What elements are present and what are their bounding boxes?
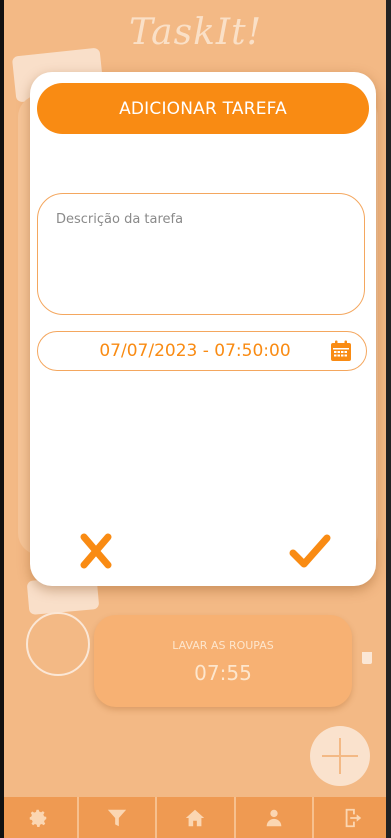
user-icon <box>266 809 282 826</box>
gear-icon <box>30 809 47 827</box>
task-title: LAVAR AS ROUPAS <box>172 639 274 652</box>
task-card[interactable]: LAVAR AS ROUPAS 07:55 <box>94 615 352 707</box>
dialog-title: ADICIONAR TAREFA <box>37 83 369 134</box>
task-checkbox[interactable] <box>26 612 90 676</box>
add-task-button[interactable] <box>310 726 370 786</box>
bottom-navbar <box>0 797 391 838</box>
add-task-dialog: ADICIONAR TAREFA 07/07/2023 - 07:50:00 <box>30 72 376 586</box>
app-title: TaskIt! <box>128 12 263 53</box>
screen-frame-right <box>386 0 391 838</box>
nav-home[interactable] <box>157 797 236 838</box>
cancel-button[interactable] <box>80 533 112 569</box>
task-time: 07:55 <box>194 661 252 685</box>
logout-icon <box>345 808 361 827</box>
calendar-icon[interactable] <box>330 340 352 362</box>
nav-filter[interactable] <box>79 797 158 838</box>
confirm-button[interactable] <box>288 533 332 569</box>
filter-icon <box>107 809 127 826</box>
trash-icon[interactable] <box>362 652 372 664</box>
nav-logout[interactable] <box>314 797 391 838</box>
home-icon <box>186 809 205 826</box>
datetime-value: 07/07/2023 - 07:50:00 <box>99 341 291 361</box>
datetime-picker[interactable]: 07/07/2023 - 07:50:00 <box>37 331 367 371</box>
task-description-input[interactable] <box>37 193 365 315</box>
nav-settings[interactable] <box>0 797 79 838</box>
nav-profile[interactable] <box>236 797 315 838</box>
screen-frame-left <box>0 0 4 838</box>
